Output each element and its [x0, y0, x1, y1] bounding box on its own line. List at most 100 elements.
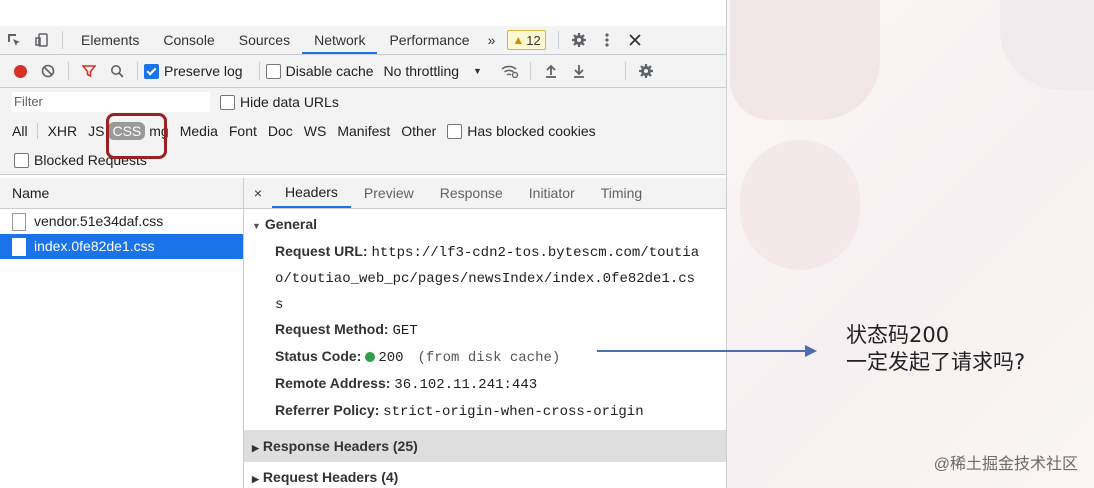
search-icon[interactable]: [103, 57, 131, 85]
divider: [36, 123, 38, 139]
decorative-shape: [730, 0, 880, 120]
annotation-line1: 状态码200: [846, 323, 950, 347]
tab-initiator[interactable]: Initiator: [516, 178, 588, 208]
general-section-header[interactable]: ▼ General: [244, 209, 726, 239]
network-settings-gear-icon[interactable]: [632, 57, 660, 85]
filter-input[interactable]: Filter: [12, 92, 210, 112]
settings-gear-icon[interactable]: [565, 26, 593, 54]
network-main: Name vendor.51e34daf.css index.0fe82de1.…: [0, 178, 726, 488]
request-method-value: GET: [392, 323, 418, 339]
type-filter-other[interactable]: Other: [401, 123, 436, 139]
request-method-row: Request Method: GET: [244, 317, 726, 344]
disable-cache-label: Disable cache: [285, 63, 374, 79]
tab-timing[interactable]: Timing: [588, 178, 656, 208]
tab-elements[interactable]: Elements: [69, 26, 151, 54]
request-name: vendor.51e34daf.css: [34, 213, 164, 229]
remote-address-value: 36.102.11.241:443: [394, 377, 538, 393]
disable-cache-checkbox[interactable]: Disable cache: [265, 63, 374, 79]
type-filter-manifest[interactable]: Manifest: [337, 123, 390, 139]
footer-watermark: @稀土掘金技术社区: [933, 456, 1078, 473]
response-headers-section[interactable]: ▶ Response Headers (25): [244, 430, 726, 461]
caret-down-icon: ▼: [252, 221, 261, 231]
status-code-value: 200: [378, 350, 404, 366]
request-headers-title: Request Headers (4): [262, 469, 399, 485]
preserve-log-label: Preserve log: [164, 63, 243, 79]
request-name: index.0fe82de1.css: [34, 238, 155, 254]
checkbox-checked[interactable]: [144, 63, 159, 79]
more-tabs-button[interactable]: »: [482, 26, 502, 54]
request-method-label: Request Method:: [275, 321, 389, 337]
decorative-shape: [740, 140, 860, 270]
type-filter-media[interactable]: Media: [180, 123, 218, 139]
request-url-row: Request URL: https://lf3-cdn2-tos.bytesc…: [244, 239, 726, 317]
warnings-badge[interactable]: ▲ 12: [507, 30, 546, 50]
checkbox-unchecked[interactable]: [14, 152, 29, 168]
request-list: Name vendor.51e34daf.css index.0fe82de1.…: [0, 178, 244, 488]
has-blocked-cookies-checkbox[interactable]: Has blocked cookies: [447, 123, 596, 139]
export-har-icon[interactable]: [565, 57, 593, 85]
preserve-log-checkbox[interactable]: Preserve log: [144, 63, 243, 79]
general-title: General: [264, 216, 318, 232]
file-icon: [12, 237, 26, 256]
devtools-panel: Elements Console Sources Network Perform…: [0, 0, 727, 488]
tab-performance[interactable]: Performance: [377, 26, 481, 54]
checkbox-unchecked[interactable]: [265, 63, 281, 79]
remote-address-row: Remote Address: 36.102.11.241:443: [244, 371, 726, 398]
close-devtools-icon[interactable]: [621, 26, 649, 54]
tab-headers[interactable]: Headers: [272, 178, 351, 208]
response-headers-title: Response Headers (25): [262, 438, 418, 454]
throttling-value: No throttling: [383, 63, 460, 79]
annotation-line2: 一定发起了请求吗?: [846, 350, 1026, 374]
more-options-icon[interactable]: [593, 26, 621, 54]
detail-tabs: × Headers Preview Response Initiator Tim…: [244, 178, 726, 209]
filter-funnel-icon[interactable]: [75, 57, 103, 85]
tab-console[interactable]: Console: [151, 26, 226, 54]
type-filter-doc[interactable]: Doc: [268, 123, 293, 139]
throttling-select[interactable]: No throttling ▼: [384, 63, 482, 79]
caret-right-icon: ▶: [252, 474, 259, 484]
request-url-value-line3: s: [275, 297, 284, 313]
has-blocked-cookies-label: Has blocked cookies: [467, 123, 596, 139]
network-toolbar: Preserve log Disable cache No throttling…: [0, 55, 726, 88]
tab-sources[interactable]: Sources: [227, 26, 302, 54]
checkbox-unchecked[interactable]: [447, 123, 463, 139]
divider: [62, 31, 63, 49]
type-filter-all[interactable]: All: [12, 123, 28, 139]
divider: [137, 62, 138, 80]
tab-preview[interactable]: Preview: [351, 178, 427, 208]
request-row-selected[interactable]: index.0fe82de1.css: [0, 234, 243, 259]
network-conditions-icon[interactable]: [496, 57, 524, 85]
type-filter-ws[interactable]: WS: [304, 123, 327, 139]
status-code-row: Status Code: 200 (from disk cache): [244, 344, 726, 371]
type-filter-js[interactable]: JS: [88, 123, 104, 139]
request-detail-panel: × Headers Preview Response Initiator Tim…: [244, 178, 726, 488]
device-toolbar-icon[interactable]: [28, 26, 56, 54]
import-har-icon[interactable]: [537, 57, 565, 85]
referrer-policy-label: Referrer Policy:: [275, 402, 380, 418]
inspect-element-icon[interactable]: [0, 26, 28, 54]
status-code-label: Status Code:: [275, 348, 362, 364]
type-filter-font[interactable]: Font: [229, 123, 257, 139]
checkbox-unchecked[interactable]: [220, 94, 235, 110]
type-filter-xhr[interactable]: XHR: [48, 123, 78, 139]
filter-row: Filter Hide data URLs: [0, 88, 726, 116]
tab-response[interactable]: Response: [427, 178, 516, 208]
tab-network[interactable]: Network: [302, 26, 378, 54]
clear-icon[interactable]: [34, 57, 62, 85]
annotation-text: 状态码200 一定发起了请求吗?: [846, 322, 1025, 376]
hide-data-urls-label: Hide data URLs: [240, 94, 339, 110]
request-row[interactable]: vendor.51e34daf.css: [0, 209, 243, 234]
request-url-value-line1: https://lf3-cdn2-tos.bytescm.com/toutia: [371, 245, 700, 261]
css-filter-highlight-box: [106, 113, 167, 159]
referrer-policy-value: strict-origin-when-cross-origin: [383, 404, 644, 420]
file-icon: [12, 212, 26, 231]
hide-data-urls-checkbox[interactable]: Hide data URLs: [220, 94, 339, 110]
name-column-header[interactable]: Name: [0, 178, 243, 209]
remote-address-label: Remote Address:: [275, 375, 391, 391]
close-detail-icon[interactable]: ×: [244, 185, 272, 201]
status-ok-dot-icon: [365, 352, 376, 362]
record-icon[interactable]: [6, 57, 34, 85]
request-headers-section[interactable]: ▶ Request Headers (4): [244, 461, 726, 488]
devtools-tab-strip: Elements Console Sources Network Perform…: [0, 26, 726, 55]
divider: [557, 31, 559, 49]
